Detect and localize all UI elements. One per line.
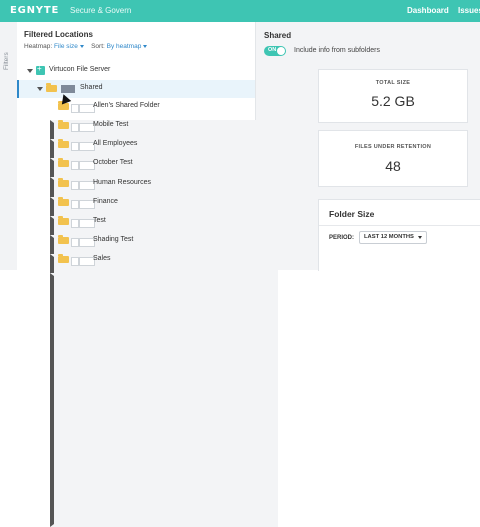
tree-item-label: Human Resources: [93, 179, 151, 186]
sort-dropdown[interactable]: By heatmap: [107, 43, 148, 50]
expand-icon[interactable]: [50, 273, 278, 527]
subfolders-label: Include info from subfolders: [294, 47, 380, 54]
retention-card: FILES UNDER RETENTION 48: [318, 130, 468, 187]
heatmap-box: [71, 257, 79, 266]
sort-label: Sort:: [91, 43, 105, 50]
panel-title: Filtered Locations: [24, 30, 93, 39]
toggle-knob: [277, 47, 285, 55]
folder-icon: [58, 158, 69, 167]
tree-item-mobile-test[interactable]: Mobile Test: [17, 117, 278, 393]
details-title: Shared: [264, 31, 292, 40]
heatmap-box: [71, 161, 79, 170]
divider: [319, 225, 480, 226]
folder-icon: [46, 83, 57, 92]
chevron-down-icon: [79, 44, 84, 48]
chevron-down-icon: [143, 44, 148, 48]
period-value: LAST 12 MONTHS: [364, 234, 414, 240]
top-bar: EGNYTE Secure & Govern Dashboard Issues: [0, 0, 480, 22]
heatmap-box: [71, 142, 79, 151]
retention-label: FILES UNDER RETENTION: [354, 144, 432, 150]
tree-item-label: Allen's Shared Folder: [93, 102, 160, 109]
tree-item-label: Test: [93, 217, 106, 224]
folder-icon: [58, 254, 69, 263]
heatmap-label: Heatmap:: [24, 43, 53, 50]
heatmap-box: [71, 238, 79, 247]
tree-item-allens-shared-folder[interactable]: Allen's Shared Folder: [17, 98, 278, 374]
selection-indicator: [17, 80, 19, 98]
period-label: PERIOD:: [329, 235, 355, 241]
heatmap-box: [71, 123, 79, 132]
folder-icon: [58, 120, 69, 129]
heatmap-box: [71, 219, 79, 228]
total-size-card: TOTAL SIZE 5.2 GB: [318, 69, 468, 123]
tree-item-label: Sales: [93, 255, 111, 262]
collapse-icon[interactable]: [27, 69, 33, 73]
filters-rail[interactable]: Filters: [0, 22, 18, 270]
toggle-state: ON: [268, 47, 277, 53]
tree-item-shading-test[interactable]: Shading Test: [17, 232, 278, 508]
period-dropdown[interactable]: LAST 12 MONTHS: [359, 231, 427, 244]
folder-icon: [58, 197, 69, 206]
egnyte-logo[interactable]: EGNYTE: [10, 5, 59, 16]
heatmap-box: [71, 181, 79, 190]
tree-item-label: Shared: [80, 84, 103, 91]
folder-size-card: Folder Size PERIOD: LAST 12 MONTHS: [318, 199, 480, 271]
heatmap-box: [71, 200, 79, 209]
folder-icon: [58, 216, 69, 225]
tree-item-finance[interactable]: Finance: [17, 194, 278, 470]
tree-item-test[interactable]: Test: [17, 213, 278, 489]
filtered-locations-panel: Filtered Locations Heatmap: File size So…: [17, 22, 278, 527]
collapse-icon[interactable]: [37, 87, 43, 91]
nav-dashboard[interactable]: Dashboard: [407, 6, 449, 15]
folder-icon: [58, 178, 69, 187]
nav-issues[interactable]: Issues: [458, 6, 480, 15]
heatmap-dropdown[interactable]: File size: [54, 43, 84, 50]
chevron-down-icon: [418, 236, 422, 239]
tree-item-shared[interactable]: Shared: [17, 80, 255, 98]
retention-value: 48: [385, 158, 401, 174]
total-size-label: TOTAL SIZE: [375, 80, 411, 86]
details-panel: Shared ON Include info from subfolders T…: [256, 22, 480, 271]
tree-item-all-employees[interactable]: All Employees: [17, 136, 278, 412]
tree-item-october-test[interactable]: October Test: [17, 155, 278, 431]
tree-item-virtucon-file-server[interactable]: Virtucon File Server: [17, 62, 255, 80]
product-name: Secure & Govern: [70, 6, 132, 15]
total-size-value: 5.2 GB: [371, 93, 415, 109]
filters-toggle[interactable]: Filters: [3, 52, 10, 70]
tree-item-label: Finance: [93, 198, 118, 205]
tree-item-sales[interactable]: Sales: [17, 251, 278, 527]
folder-icon: [58, 139, 69, 148]
tree-item-label: Mobile Test: [93, 121, 129, 128]
tree-item-label: All Employees: [93, 140, 138, 147]
subfolders-toggle[interactable]: ON: [264, 46, 286, 56]
tree-item-label: Shading Test: [93, 236, 134, 243]
tree-item-human-resources[interactable]: Human Resources: [17, 175, 278, 451]
heatmap-box: [71, 104, 79, 113]
sort-controls: Heatmap: File size Sort: By heatmap: [24, 43, 148, 50]
folder-icon: [58, 101, 69, 110]
tree-item-label: Virtucon File Server: [49, 66, 111, 73]
server-icon: [36, 64, 45, 75]
folder-icon: [58, 235, 69, 244]
folder-size-title: Folder Size: [329, 209, 375, 219]
tree-item-label: October Test: [93, 159, 133, 166]
